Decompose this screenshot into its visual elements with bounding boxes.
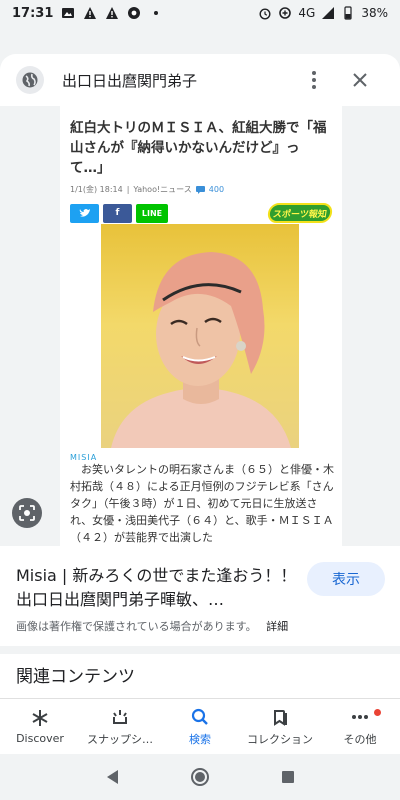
asterisk-icon [32,710,48,726]
article-body: お笑いタレントの明石家さんま（６５）と俳優・木村拓哉（４８）による正月恒例のフジ… [70,463,334,544]
lens-search-button[interactable] [12,498,42,528]
snapshot-icon [113,709,127,724]
search-icon [191,708,208,725]
image-preview[interactable]: 紅白大トリのＭＩＳＩＡ、紅組大勝で「福山さんが『納得いかないんだけど』って…」 … [0,106,400,546]
visit-button[interactable]: 表示 [307,562,385,596]
nav-search[interactable]: 検索 [160,699,240,754]
nav-discover[interactable]: Discover [0,699,80,754]
copyright-notice: 画像は著作権で保護されている場合があります。 詳細 [16,618,288,634]
comment-count: 400 [208,185,225,194]
twitter-bird-icon [79,209,90,217]
signal-icon [322,7,335,19]
status-time: 17:31 [12,5,54,21]
warning-icon [84,7,97,19]
battery-level: 38% [361,6,388,20]
home-icon[interactable] [190,768,209,786]
facebook-share-button: f [103,203,132,223]
source-header: 出口日出麿関門弟子 [0,54,400,106]
article-meta: 1/1(金) 18:14 | Yahoo!ニュース 400 [70,185,225,194]
nav-collections[interactable]: コレクション [240,699,320,754]
nav-snapshot[interactable]: スナップシ… [80,699,160,754]
notification-badge [374,709,381,716]
related-content-heading: 関連コンテンツ [16,667,135,687]
copyright-text: 画像は著作権で保護されている場合があります。 [16,620,257,633]
network-type: 4G [298,6,316,20]
globe-icon [16,66,44,94]
bottom-navigation: Discover スナップシ… 検索 コレクション その他 [0,698,400,754]
nav-more[interactable]: その他 [320,699,400,754]
twitter-share-button [70,203,99,223]
lens-icon [19,505,35,521]
sports-hochi-logo: スポーツ報知 [266,203,334,223]
more-icon [352,714,368,719]
article-date: 1/1(金) 18:14 [70,185,123,194]
gallery-icon [62,8,75,18]
collections-icon [274,709,287,726]
back-icon[interactable] [106,770,118,784]
system-icons: 4G 38% [258,6,388,20]
result-title[interactable]: Misia | 新みろくの世でまた逢おう！！出口日出麿関門弟子暉敏、… [16,564,298,612]
notification-icons [61,6,163,20]
chrome-icon [128,7,141,19]
section-divider [0,646,400,654]
more-options-icon[interactable] [302,66,326,94]
details-link[interactable]: 詳細 [266,620,288,633]
warning-icon [106,7,119,19]
data-saver-icon [279,7,292,19]
close-icon[interactable] [346,66,374,94]
dot-icon [154,11,159,15]
system-navigation [0,754,400,800]
source-title[interactable]: 出口日出麿関門弟子 [62,70,197,91]
comment-icon [195,185,205,194]
alarm-icon [259,8,271,20]
status-bar: 17:31 4G 38% [0,0,400,26]
recents-icon[interactable] [281,771,294,783]
article-source: Yahoo!ニュース [133,185,192,194]
article-title: 紅白大トリのＭＩＳＩＡ、紅組大勝で「福山さんが『納得いかないんだけど』って…」 [70,120,327,176]
line-share-button: LINE [136,203,168,223]
article-photo [101,224,299,448]
share-row: f LINE スポーツ報知 [70,203,334,223]
battery-icon [344,6,352,20]
article-preview: 紅白大トリのＭＩＳＩＡ、紅組大勝で「福山さんが『納得いかないんだけど』って…」 … [60,106,342,546]
